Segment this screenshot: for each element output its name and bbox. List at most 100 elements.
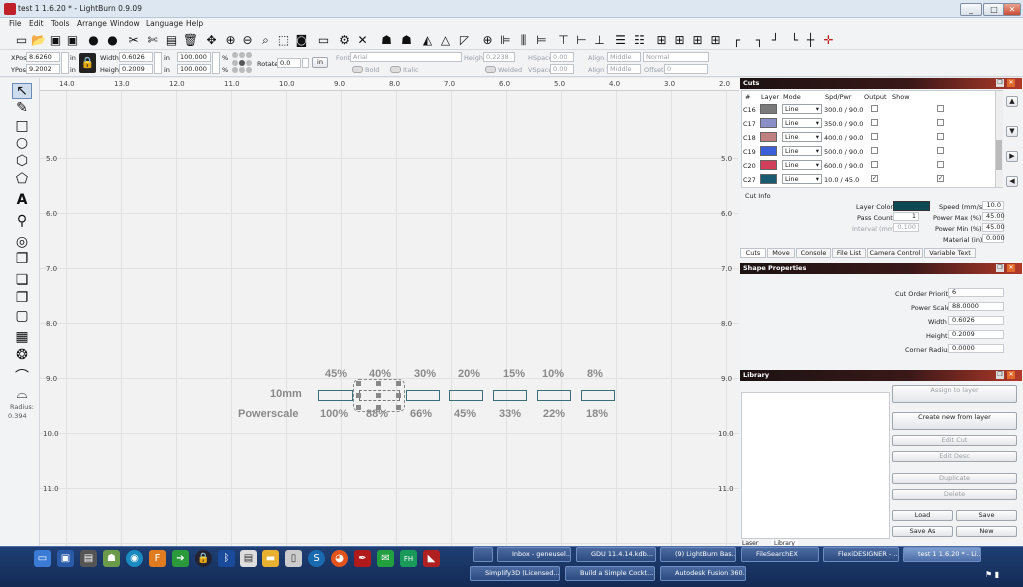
align-x-select[interactable]: Middle bbox=[607, 52, 641, 62]
mode-select[interactable]: Line ▾ bbox=[782, 174, 822, 184]
pos-stepper[interactable] bbox=[61, 52, 69, 74]
taskbar-button[interactable]: Build a Simple Cockt... bbox=[565, 566, 655, 581]
open-icon[interactable]: 📂 bbox=[31, 32, 46, 47]
device-settings-icon[interactable]: ✕ bbox=[355, 32, 370, 47]
taskbar-button[interactable] bbox=[473, 547, 493, 562]
vspace-field[interactable]: 0.00 bbox=[550, 64, 574, 74]
test-rectangle[interactable] bbox=[581, 390, 615, 401]
library-save-button[interactable]: Save bbox=[956, 510, 1017, 521]
save-as-icon[interactable]: ▣ bbox=[65, 32, 80, 47]
mode-select[interactable]: Line ▾ bbox=[782, 132, 822, 142]
output-checkbox[interactable] bbox=[871, 147, 878, 154]
layer-color-swatch[interactable] bbox=[760, 160, 777, 170]
zoom-in-icon[interactable]: ⊕ bbox=[223, 32, 238, 47]
rotate-stepper[interactable] bbox=[302, 58, 309, 68]
italic-toggle[interactable] bbox=[390, 66, 401, 73]
origin-grid[interactable] bbox=[232, 52, 254, 74]
tab-variable-text[interactable]: Variable Text bbox=[924, 248, 976, 258]
camera-icon[interactable]: ◙ bbox=[294, 32, 309, 47]
corner-tool-icon[interactable]: ⌓ bbox=[12, 386, 32, 402]
export-icon[interactable]: ● bbox=[105, 32, 120, 47]
boolean-subtract-tool-icon[interactable]: ❐ bbox=[12, 290, 32, 306]
welded-toggle[interactable] bbox=[485, 66, 496, 73]
new-file-icon[interactable]: ▭ bbox=[14, 32, 29, 47]
output-checkbox[interactable] bbox=[871, 119, 878, 126]
power-min-field[interactable]: 45.00 bbox=[982, 223, 1005, 232]
move-br-icon[interactable]: ┘ bbox=[768, 32, 783, 47]
selection-center-handle[interactable] bbox=[376, 393, 381, 398]
output-checkbox[interactable]: ✓ bbox=[871, 175, 878, 182]
tab-move[interactable]: Move bbox=[767, 248, 795, 258]
material-field[interactable]: 0.000 bbox=[982, 234, 1005, 243]
show-checkbox[interactable] bbox=[937, 133, 944, 140]
position-laser-tool-icon[interactable]: ⚲ bbox=[12, 213, 32, 229]
rotate-unit-button[interactable]: in bbox=[312, 57, 328, 68]
shape-height-field[interactable]: 0.2009 bbox=[948, 330, 1004, 339]
close-panel-icon[interactable]: ✕ bbox=[1007, 264, 1015, 272]
cuts-scrollbar[interactable] bbox=[995, 91, 1003, 187]
layer-move-down-button[interactable]: ▼ bbox=[1006, 126, 1018, 137]
duplicate-button[interactable]: Duplicate bbox=[892, 473, 1017, 484]
text-height-field[interactable]: 0.2238 bbox=[483, 52, 515, 62]
target-icon[interactable]: ⊕ bbox=[480, 32, 495, 47]
height-field[interactable]: 0.2009 bbox=[119, 64, 153, 74]
xpos-field[interactable]: 8.6260 bbox=[26, 52, 60, 62]
settings-icon[interactable]: ⚙ bbox=[337, 32, 352, 47]
weld-tool-icon[interactable]: ❐ bbox=[12, 251, 32, 267]
bold-toggle[interactable] bbox=[352, 66, 363, 73]
menu-help[interactable]: Help bbox=[186, 19, 203, 28]
move-icon[interactable]: ✥ bbox=[204, 32, 219, 47]
mode-select[interactable]: Line ▾ bbox=[782, 118, 822, 128]
notes-icon[interactable]: ▤ bbox=[240, 550, 257, 567]
minimize-button[interactable]: _ bbox=[960, 3, 982, 16]
align-bottom-icon[interactable]: ⊥ bbox=[592, 32, 607, 47]
rotate-icon[interactable]: ◸ bbox=[457, 32, 472, 47]
text-tool-icon[interactable]: A bbox=[12, 192, 32, 208]
circular-array-tool-icon[interactable]: ❂ bbox=[12, 347, 32, 363]
folder-icon[interactable]: ▬ bbox=[262, 550, 279, 567]
lightburn-taskbar-icon[interactable]: ◣ bbox=[423, 550, 440, 567]
selection-handle[interactable] bbox=[356, 405, 361, 410]
align-top-icon[interactable]: ⊤ bbox=[556, 32, 571, 47]
selection-handle[interactable] bbox=[396, 393, 401, 398]
taskbar-button[interactable]: (9) LightBurn Bas... bbox=[660, 547, 736, 562]
float-panel-icon[interactable]: ❐ bbox=[996, 264, 1004, 272]
spread-icon[interactable]: ⊞ bbox=[690, 32, 705, 47]
distribute-v-icon[interactable]: ☷ bbox=[632, 32, 647, 47]
menu-edit[interactable]: Edit bbox=[29, 19, 44, 28]
edit-cut-button[interactable]: Edit Cut bbox=[892, 435, 1017, 446]
layer-move-up-button[interactable]: ▲ bbox=[1006, 96, 1018, 107]
taskbar-button-active[interactable]: test 1 1.6.20 * - Li... bbox=[903, 547, 981, 562]
distribute-h-icon[interactable]: ☰ bbox=[613, 32, 628, 47]
show-checkbox[interactable] bbox=[937, 119, 944, 126]
close-button[interactable]: ✕ bbox=[1003, 3, 1021, 16]
firefox-icon[interactable]: ◕ bbox=[331, 550, 348, 567]
layer-color-swatch[interactable] bbox=[760, 146, 777, 156]
shape-width-field[interactable]: 0.6026 bbox=[948, 316, 1004, 325]
draw-lines-tool-icon[interactable]: ✎ bbox=[12, 100, 32, 116]
menu-window[interactable]: Window bbox=[110, 19, 140, 28]
cuts-scroll-thumb[interactable] bbox=[996, 140, 1002, 170]
output-checkbox[interactable] bbox=[871, 105, 878, 112]
library-load-button[interactable]: Load bbox=[892, 510, 953, 521]
import-icon[interactable]: ● bbox=[86, 32, 101, 47]
taskbar-button[interactable]: Autodesk Fusion 360... bbox=[660, 566, 746, 581]
taskbar-button[interactable]: GDU 11.4.14.kdb... bbox=[576, 547, 656, 562]
close-panel-icon[interactable]: ✕ bbox=[1007, 371, 1015, 379]
float-panel-icon[interactable]: ❐ bbox=[996, 79, 1004, 87]
zoom-frame-icon[interactable]: ⌕ bbox=[258, 32, 273, 47]
users-icon[interactable]: ☗ bbox=[103, 550, 120, 567]
document-icon[interactable]: ▯ bbox=[285, 550, 302, 567]
mode-select[interactable]: Line ▾ bbox=[782, 160, 822, 170]
test-rectangle[interactable] bbox=[318, 390, 353, 401]
menu-tools[interactable]: Tools bbox=[51, 19, 69, 28]
taskbar-button[interactable]: FlexiDESIGNER - ... bbox=[823, 547, 899, 562]
align-right-icon[interactable]: ⊨ bbox=[534, 32, 549, 47]
edit-desc-button[interactable]: Edit Desc bbox=[892, 451, 1017, 462]
copy-icon[interactable]: ✄ bbox=[145, 32, 160, 47]
font-select[interactable]: Arial bbox=[350, 52, 462, 62]
lock-app-icon[interactable]: 🔒 bbox=[195, 550, 212, 567]
selection-handle[interactable] bbox=[396, 405, 401, 410]
arrow-app-icon[interactable]: ➔ bbox=[172, 550, 189, 567]
select-tool-icon[interactable]: ↖ bbox=[12, 83, 32, 99]
